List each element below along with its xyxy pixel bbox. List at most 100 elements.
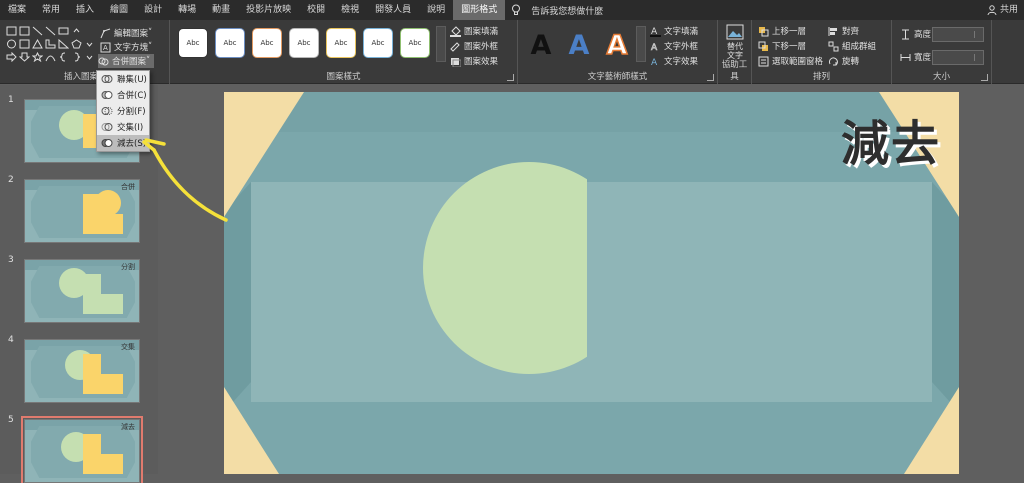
- shape-darrow-icon[interactable]: [18, 52, 31, 62]
- group-objects-label: 組成群組: [842, 42, 877, 52]
- bring-forward-button[interactable]: 上移一層: [758, 24, 806, 38]
- tab-view[interactable]: 檢視: [333, 0, 367, 20]
- wordart-style-blue[interactable]: A: [562, 28, 596, 62]
- group-objects-button[interactable]: 組成群組: [828, 39, 876, 53]
- shape-rect2-icon[interactable]: [19, 39, 30, 49]
- shape-triangle-icon[interactable]: [32, 38, 43, 49]
- shape-line-icon[interactable]: [32, 26, 43, 36]
- slide-title[interactable]: 減去: [841, 104, 941, 174]
- shape-vtextbox-icon[interactable]: [19, 26, 30, 36]
- slide-number: 3: [8, 255, 14, 265]
- wordart-style-orange-outline[interactable]: A: [600, 28, 634, 62]
- arrange-group-label: 排列: [812, 72, 830, 82]
- slide-thumbnail-4[interactable]: 交集: [24, 339, 140, 403]
- tab-draw[interactable]: 繪圖: [102, 0, 136, 20]
- tell-me-text: 告訴我您想做什麼: [531, 6, 604, 17]
- height-input[interactable]: [932, 27, 984, 42]
- menu-item-combine[interactable]: 合併(C): [97, 87, 149, 103]
- menu-item-union[interactable]: 聯集(U): [97, 71, 149, 87]
- shape-arrow-icon[interactable]: [45, 26, 56, 36]
- shape-style-4[interactable]: Abc: [289, 28, 319, 58]
- slide-thumbnail-5[interactable]: 減去: [21, 416, 143, 483]
- text-fill-button[interactable]: A 文字填滿: [650, 24, 698, 38]
- shape-gallery-expand-icon[interactable]: [84, 52, 95, 62]
- shape-styles-launcher[interactable]: [507, 74, 514, 81]
- slide-thumbnail-3[interactable]: 分割: [24, 259, 140, 323]
- menu-item-fragment[interactable]: 分割(F): [97, 103, 149, 119]
- chevron-down-icon: ˅: [148, 42, 153, 52]
- menu-item-intersect[interactable]: 交集(I): [97, 119, 149, 135]
- text-effects-button[interactable]: A 文字效果: [650, 54, 698, 68]
- tab-transitions[interactable]: 轉場: [170, 0, 204, 20]
- align-icon: [828, 26, 837, 36]
- tab-home[interactable]: 常用: [34, 0, 68, 20]
- shape-rarrow-icon[interactable]: [6, 51, 17, 63]
- subtracted-shape[interactable]: [423, 162, 587, 374]
- height-icon: [902, 29, 909, 39]
- shape-style-gallery-scroll[interactable]: [436, 26, 446, 62]
- shapes-gallery[interactable]: [6, 26, 96, 64]
- shape-oval-icon[interactable]: [6, 39, 17, 49]
- shape-rect-icon[interactable]: [58, 26, 69, 36]
- align-label: 對齊: [842, 27, 860, 37]
- tab-developer[interactable]: 開發人員: [367, 0, 419, 20]
- shape-pentagon-icon[interactable]: [71, 39, 82, 49]
- tab-animations[interactable]: 動畫: [204, 0, 238, 20]
- align-button[interactable]: 對齊: [828, 24, 859, 38]
- text-effects-label: 文字效果: [664, 57, 699, 67]
- shape-rtri-icon[interactable]: [58, 38, 70, 49]
- shape-lshape-icon[interactable]: [45, 39, 56, 49]
- tab-shape-format[interactable]: 圖形格式: [453, 0, 506, 20]
- shape-fill-button[interactable]: 圖案填滿: [450, 24, 498, 38]
- rotate-button[interactable]: 旋轉: [828, 54, 859, 68]
- text-fill-label: 文字填滿: [664, 27, 699, 37]
- shape-textbox-icon[interactable]: [6, 26, 17, 36]
- tab-slideshow[interactable]: 投影片放映: [238, 0, 299, 20]
- text-outline-button[interactable]: A 文字外框: [650, 39, 698, 53]
- share-button[interactable]: 共用: [987, 0, 1018, 20]
- send-backward-button[interactable]: 下移一層: [758, 39, 806, 53]
- combine-icon: [101, 91, 113, 99]
- size-launcher[interactable]: [981, 74, 988, 81]
- shape-style-3[interactable]: Abc: [252, 28, 282, 58]
- selection-pane-button[interactable]: 選取範圍窗格: [758, 54, 823, 68]
- tab-insert[interactable]: 插入: [68, 0, 102, 20]
- shape-brace-icon[interactable]: [58, 52, 69, 62]
- tell-me-search[interactable]: 告訴我您想做什麼: [511, 4, 603, 17]
- svg-text:A: A: [651, 43, 658, 52]
- shape-style-2[interactable]: Abc: [215, 28, 245, 58]
- width-label: 寬度:: [914, 53, 934, 63]
- shape-more-up-icon[interactable]: [71, 26, 82, 36]
- shape-effects-label: 圖案效果: [464, 57, 499, 67]
- wordart-style-black[interactable]: A: [524, 28, 558, 62]
- slide-thumbnail-2[interactable]: 合併: [24, 179, 140, 243]
- shape-effects-button[interactable]: 圖案效果: [450, 54, 498, 68]
- shape-brace2-icon[interactable]: [71, 52, 82, 62]
- height-label: 高度:: [914, 30, 934, 40]
- merge-shapes-icon: [98, 57, 109, 65]
- shape-style-5[interactable]: Abc: [326, 28, 356, 58]
- slide-canvas[interactable]: 減去: [224, 92, 959, 474]
- text-box-button[interactable]: A 文字方塊 ˅: [100, 40, 152, 54]
- alt-text-button[interactable]: 替代文字: [722, 24, 748, 60]
- shape-outline-button[interactable]: 圖案外框: [450, 39, 498, 53]
- shape-more-down-icon[interactable]: [84, 39, 95, 49]
- text-outline-icon: A: [651, 42, 659, 52]
- tab-review[interactable]: 校閱: [299, 0, 333, 20]
- height-label-wrap: 高度:: [900, 27, 934, 41]
- shape-style-6[interactable]: Abc: [363, 28, 393, 58]
- chevron-down-icon: ˅: [146, 56, 151, 66]
- shape-arc-icon[interactable]: [45, 52, 56, 62]
- tab-file[interactable]: 檔案: [0, 0, 34, 20]
- merge-shapes-button[interactable]: 合併圖案 ˅: [98, 54, 155, 68]
- tab-help[interactable]: 說明: [419, 0, 453, 20]
- wordart-styles-launcher[interactable]: [707, 74, 714, 81]
- shape-style-7[interactable]: Abc: [400, 28, 430, 58]
- tab-design[interactable]: 設計: [136, 0, 170, 20]
- edit-shape-button[interactable]: 編輯圖案 ˅: [100, 26, 152, 40]
- annotation-arrow: [142, 138, 228, 222]
- shape-star-icon[interactable]: [31, 51, 44, 63]
- shape-style-1[interactable]: Abc: [178, 28, 208, 58]
- wordart-gallery-scroll[interactable]: [636, 26, 646, 62]
- width-input[interactable]: [932, 50, 984, 65]
